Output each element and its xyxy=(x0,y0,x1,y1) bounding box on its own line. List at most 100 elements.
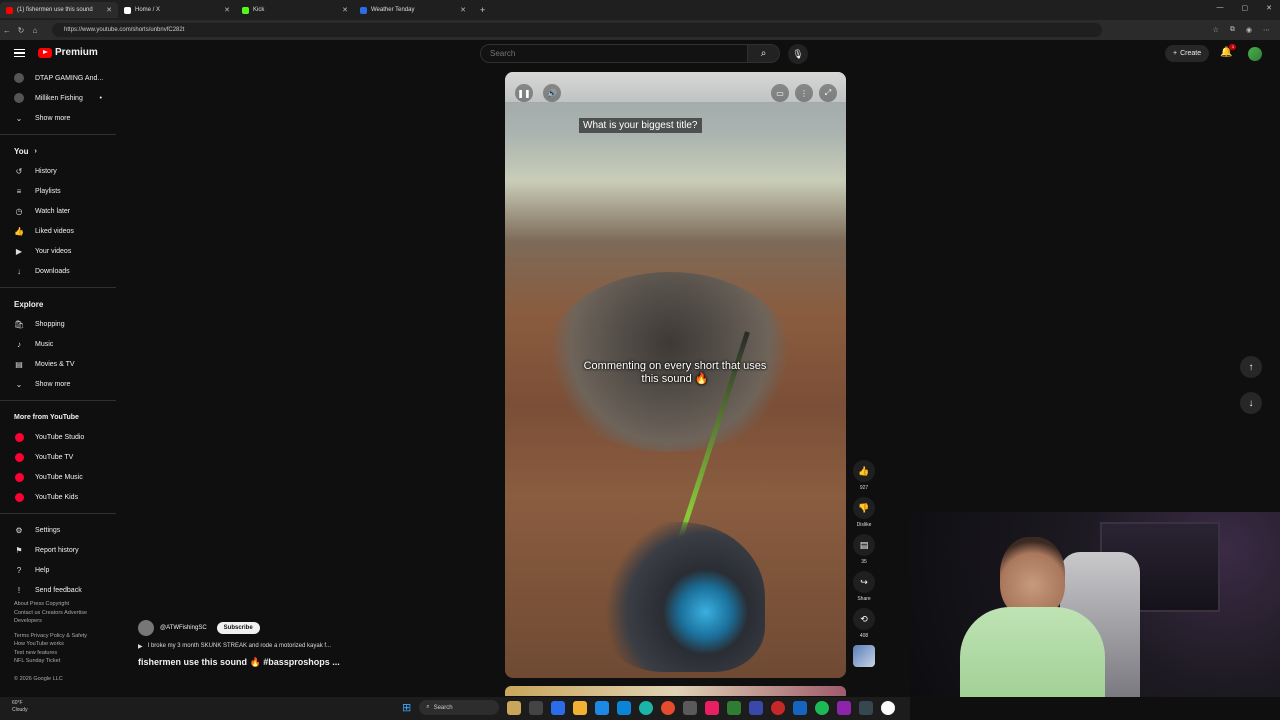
remix-action[interactable]: ⟲ 408 xyxy=(852,608,876,639)
sidebar-item-youtube-tv[interactable]: YouTube TV xyxy=(0,447,118,467)
sidebar-item-channel[interactable]: DTAP GAMING And... xyxy=(0,68,118,88)
taskbar-app-icon[interactable] xyxy=(529,700,544,715)
video-icon: ▶ xyxy=(15,246,23,256)
subscribe-button[interactable]: Subscribe xyxy=(216,622,260,634)
sidebar-item-watch-later[interactable]: ◷ Watch later xyxy=(0,201,118,221)
footer-link-row[interactable]: How YouTube works xyxy=(14,640,124,649)
extensions-icon[interactable]: ⧉ xyxy=(1230,26,1235,34)
sidebar-show-more[interactable]: ⌄ Show more xyxy=(0,108,118,128)
avatar[interactable] xyxy=(1248,47,1262,61)
maximize-icon[interactable]: ▢ xyxy=(1242,4,1249,12)
footer-link-row[interactable]: Contact us Creators Advertise xyxy=(14,609,124,618)
tab-kick[interactable]: Kick ✕ xyxy=(236,2,354,18)
create-button[interactable]: + Create xyxy=(1165,45,1210,62)
new-tab-button[interactable]: + xyxy=(480,5,485,15)
youtube-logo[interactable]: Premium xyxy=(38,47,98,58)
close-icon[interactable]: ✕ xyxy=(106,6,112,14)
taskbar-app-icon[interactable] xyxy=(837,700,852,715)
sidebar-item-report-history[interactable]: ⚑ Report history xyxy=(0,540,118,560)
close-icon[interactable]: ✕ xyxy=(460,6,466,14)
refresh-icon[interactable]: ↻ xyxy=(14,26,28,35)
chrome-icon[interactable] xyxy=(881,700,896,715)
tab-weather[interactable]: Weather Tenday ✕ xyxy=(354,2,472,18)
taskbar-app-icon[interactable] xyxy=(859,700,874,715)
url-field[interactable]: https://www.youtube.com/shorts/unbnvfC28… xyxy=(52,23,1102,37)
star-icon[interactable]: ☆ xyxy=(1213,26,1219,34)
taskbar-app-icon[interactable] xyxy=(749,700,764,715)
comments-action[interactable]: ▤ 35 xyxy=(852,534,876,565)
sidebar-show-more[interactable]: ⌄ Show more xyxy=(0,374,118,394)
edge-icon[interactable] xyxy=(639,700,654,715)
taskbar-app-icon[interactable] xyxy=(551,700,566,715)
sidebar-item-send-feedback[interactable]: ! Send feedback xyxy=(0,580,118,600)
sidebar-item-youtube-kids[interactable]: YouTube Kids xyxy=(0,487,118,507)
notifications-button[interactable]: 🔔 1 xyxy=(1220,44,1237,58)
sidebar-item-liked-videos[interactable]: 👍 Liked videos xyxy=(0,221,118,241)
sidebar-item-movies-tv[interactable]: ▤ Movies & TV xyxy=(0,354,118,374)
taskbar-app-icon[interactable] xyxy=(727,700,742,715)
back-icon[interactable]: ← xyxy=(0,26,14,35)
taskbar-search[interactable]: ⌕ Search xyxy=(419,700,500,715)
taskbar-app-icon[interactable] xyxy=(793,700,808,715)
voice-search-button[interactable]: 🎙 xyxy=(788,44,808,64)
sidebar-item-downloads[interactable]: ↓ Downloads xyxy=(0,261,118,281)
taskbar-app-icon[interactable] xyxy=(771,700,786,715)
profile-icon[interactable]: ◉ xyxy=(1246,26,1252,34)
close-icon[interactable]: ✕ xyxy=(342,6,348,14)
hamburger-menu-icon[interactable] xyxy=(14,49,25,57)
next-short-preview[interactable] xyxy=(505,686,846,696)
captions-button[interactable]: ▭ xyxy=(771,84,789,102)
windows-start-icon[interactable]: ⊞ xyxy=(402,701,411,714)
taskbar-app-icon[interactable] xyxy=(507,700,522,715)
sidebar-section-you[interactable]: You › xyxy=(0,141,118,161)
dislike-action[interactable]: 👎 Dislike xyxy=(852,497,876,528)
footer-link-row[interactable]: NFL Sunday Ticket xyxy=(14,657,124,666)
sidebar-item-playlists[interactable]: ≡ Playlists xyxy=(0,181,118,201)
search-button[interactable]: ⌕ xyxy=(748,44,780,63)
taskbar-app-icon[interactable] xyxy=(705,700,720,715)
search-input[interactable] xyxy=(480,44,748,63)
taskbar-app-icon[interactable] xyxy=(661,700,676,715)
next-short-button[interactable]: ↓ xyxy=(1240,392,1262,414)
fullscreen-button[interactable]: ⤢ xyxy=(819,84,837,102)
footer-link-row[interactable]: Developers xyxy=(14,617,124,626)
volume-button[interactable]: 🔊 xyxy=(543,84,561,102)
channel-avatar[interactable] xyxy=(138,620,154,636)
close-window-icon[interactable]: ✕ xyxy=(1266,4,1272,12)
pause-button[interactable]: ❚❚ xyxy=(515,84,533,102)
sidebar-item-channel[interactable]: Milliken Fishing • xyxy=(0,88,118,108)
shorts-video-player[interactable]: ❚❚ 🔊 ▭ ⋮ ⤢ What is your biggest title? C… xyxy=(505,72,846,678)
sidebar-item-help[interactable]: ? Help xyxy=(0,560,118,580)
sidebar-item-shopping[interactable]: 🛍 Shopping xyxy=(0,314,118,334)
video-title[interactable]: fishermen use this sound 🔥 #bassproshops… xyxy=(138,657,498,668)
sidebar-item-youtube-studio[interactable]: YouTube Studio xyxy=(0,427,118,447)
footer-link-row[interactable]: About Press Copyright xyxy=(14,600,124,609)
sidebar-item-music[interactable]: ♪ Music xyxy=(0,334,118,354)
menu-icon[interactable]: ⋯ xyxy=(1263,26,1270,34)
sidebar-item-history[interactable]: ↺ History xyxy=(0,161,118,181)
taskbar-app-icon[interactable] xyxy=(683,700,698,715)
taskbar-app-icon[interactable] xyxy=(617,700,632,715)
home-icon[interactable]: ⌂ xyxy=(28,26,42,35)
footer-link-row[interactable]: Terms Privacy Policy & Safety xyxy=(14,632,124,641)
minimize-icon[interactable]: — xyxy=(1217,4,1224,12)
sidebar-item-your-videos[interactable]: ▶ Your videos xyxy=(0,241,118,261)
more-options-button[interactable]: ⋮ xyxy=(795,84,813,102)
sidebar-item-youtube-music[interactable]: YouTube Music xyxy=(0,467,118,487)
channel-name[interactable]: @ATWFishingSC xyxy=(160,625,207,631)
chevron-down-icon: ⌄ xyxy=(15,379,23,389)
file-explorer-icon[interactable] xyxy=(573,700,588,715)
previous-short-button[interactable]: ↑ xyxy=(1240,356,1262,378)
sidebar-item-settings[interactable]: ⚙ Settings xyxy=(0,520,118,540)
footer-link-row[interactable]: Test new features xyxy=(14,649,124,658)
like-action[interactable]: 👍 927 xyxy=(852,460,876,491)
close-icon[interactable]: ✕ xyxy=(224,6,230,14)
related-video-link[interactable]: ▶ I broke my 3 month SKUNK STREAK and ro… xyxy=(138,643,498,650)
taskbar-weather[interactable]: 60°F Cloudy xyxy=(12,700,28,714)
tab-x[interactable]: Home / X ✕ xyxy=(118,2,236,18)
sound-thumbnail[interactable] xyxy=(853,645,875,667)
share-action[interactable]: ↪ Share xyxy=(852,571,876,602)
taskbar-app-icon[interactable] xyxy=(595,700,610,715)
spotify-icon[interactable] xyxy=(815,700,830,715)
tab-youtube[interactable]: (1) fishermen use this sound ✕ xyxy=(0,2,118,18)
